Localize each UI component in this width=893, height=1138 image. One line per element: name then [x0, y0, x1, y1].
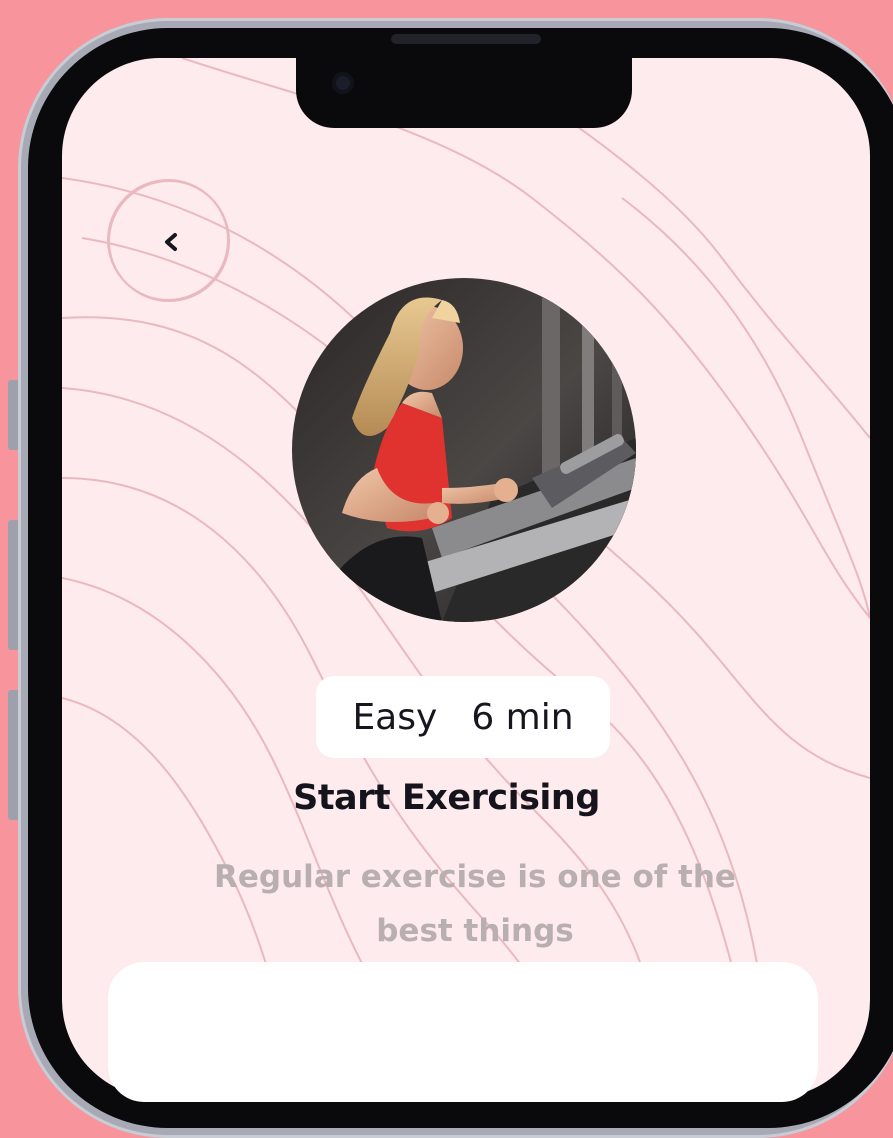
phone-notch	[296, 34, 632, 128]
back-button[interactable]	[108, 180, 230, 302]
phone-side-button	[8, 520, 18, 650]
phone-side-button	[8, 380, 18, 450]
difficulty-label: Easy	[352, 696, 438, 738]
workout-info-badge: Easy 6 min	[316, 676, 610, 758]
workout-description: Regular exercise is one of the best thin…	[214, 859, 736, 949]
workout-hero-image	[292, 278, 636, 622]
bottom-card	[108, 962, 818, 1102]
chevron-left-icon	[165, 233, 177, 251]
duration-label: 6 min	[471, 696, 574, 738]
page-title: Start Exercising	[293, 778, 600, 818]
runner-photo	[292, 278, 636, 622]
speaker-grille	[391, 34, 541, 44]
front-camera	[332, 72, 354, 94]
